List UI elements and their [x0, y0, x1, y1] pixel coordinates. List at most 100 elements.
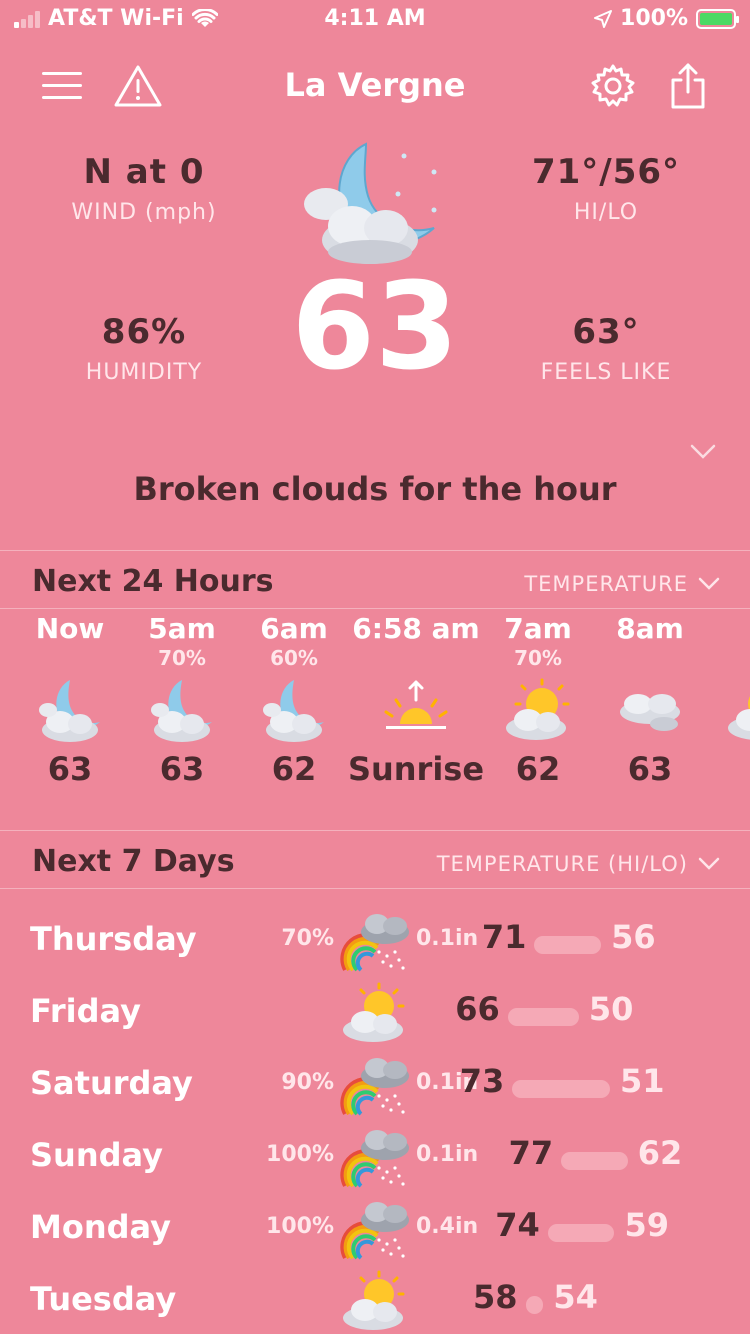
- day-low: 59: [624, 1206, 669, 1244]
- hour-time: Now: [35, 612, 105, 645]
- hour-pop: 70%: [158, 646, 206, 670]
- day-low: 51: [620, 1062, 665, 1100]
- day-name: Saturday: [30, 1064, 193, 1102]
- day-weather-icon: [338, 978, 412, 1050]
- alerts-button[interactable]: [110, 58, 166, 114]
- sunrise-icon: [384, 680, 448, 729]
- day-temp-range-bar: [561, 1152, 628, 1170]
- hourly-item: 5am 70% 63: [122, 612, 242, 788]
- hour-pop: [10, 646, 130, 670]
- share-icon: [671, 63, 705, 109]
- day-low: 56: [611, 918, 656, 956]
- day-precip-amount: 0.1in: [416, 1142, 479, 1167]
- hourly-item: 7am 70% 62: [478, 612, 598, 788]
- hour-time: 6am: [260, 612, 328, 645]
- day-precip-chance: 100%: [266, 1214, 334, 1239]
- hourly-selector-label: TEMPERATURE: [524, 572, 688, 596]
- day-temp-range-bar: [547, 1224, 615, 1242]
- hourly-item: Now 63: [10, 612, 130, 788]
- hour-time: 8am: [616, 612, 684, 645]
- day-weather-icon: [338, 1050, 412, 1122]
- day-high: 66: [455, 990, 500, 1028]
- moon-cloud-icon: [151, 680, 212, 742]
- day-row[interactable]: Friday 66 50: [0, 978, 750, 1050]
- hour-pop: 70%: [514, 646, 562, 670]
- settings-icon: [591, 64, 635, 107]
- day-low: 50: [588, 990, 634, 1028]
- rainbow-rain-icon: [340, 1202, 409, 1260]
- day-high: 74: [495, 1206, 540, 1244]
- rainbow-rain-icon: [340, 1130, 409, 1188]
- day-row[interactable]: Thursday 70% 0.1in 71 56: [0, 906, 750, 978]
- battery-icon: [696, 8, 739, 29]
- settings-button[interactable]: [585, 58, 641, 114]
- hour-time: 7am: [504, 612, 572, 645]
- day-name: Monday: [30, 1208, 171, 1246]
- menu-button[interactable]: [34, 58, 90, 114]
- sun-cloud-icon: [506, 678, 570, 740]
- wind-label: WIND (mph): [71, 200, 217, 225]
- hourly-selector[interactable]: TEMPERATURE: [524, 572, 720, 596]
- daily-selector[interactable]: TEMPERATURE (HI/LO): [437, 852, 720, 876]
- hour-temperature: 6: [700, 750, 750, 788]
- hour-temperature: 62: [271, 750, 317, 788]
- day-row[interactable]: Saturday 90% 0.1in 73 51: [0, 1050, 750, 1122]
- day-weather-icon: [338, 906, 412, 978]
- status-bar: AT&T Wi-Fi 4:11 AM 100%: [0, 0, 750, 40]
- day-weather-icon: [338, 1122, 412, 1194]
- share-button[interactable]: [660, 58, 716, 114]
- divider: [0, 608, 750, 609]
- hourly-item: 8am 63: [590, 612, 710, 788]
- daily-selector-label: TEMPERATURE (HI/LO): [436, 852, 688, 876]
- feels-like-value: 63°: [572, 312, 640, 352]
- day-precip-chance: 100%: [266, 1142, 334, 1167]
- hour-pop: [346, 646, 486, 670]
- wind-value: N at 0: [83, 152, 205, 192]
- day-high: 71: [481, 918, 527, 956]
- hour-temperature: 63: [627, 750, 673, 788]
- rainbow-rain-icon: [340, 1058, 409, 1116]
- menu-icon: [42, 72, 82, 99]
- rainbow-rain-icon: [340, 914, 409, 972]
- moon-cloud-icon: [263, 680, 324, 742]
- location-arrow-icon: [594, 9, 613, 28]
- hour-pop: 60%: [270, 646, 318, 670]
- sun-cloud-icon: [343, 1270, 405, 1330]
- hourly-title: Next 24 Hours: [32, 564, 274, 599]
- chevron-down-icon[interactable]: [690, 444, 716, 460]
- day-high: 58: [473, 1278, 518, 1316]
- hour-temperature: 62: [515, 750, 561, 788]
- hour-time: 9: [700, 612, 750, 646]
- day-row[interactable]: Sunday 100% 0.1in 77 62: [0, 1122, 750, 1194]
- battery-percent: 100%: [620, 6, 688, 31]
- day-temp-range-bar: [512, 1080, 610, 1098]
- hourly-item: 9 6: [700, 612, 750, 788]
- hour-temperature: 63: [47, 750, 93, 788]
- daily-title: Next 7 Days: [32, 844, 235, 879]
- divider: [0, 830, 750, 831]
- hour-time: 6:58 am: [352, 612, 480, 645]
- day-precip-amount: 0.1in: [416, 926, 479, 951]
- hourly-item: 6:58 am Sunrise: [346, 612, 486, 788]
- day-name: Friday: [30, 992, 141, 1030]
- hourly-item: 6am 60% 62: [234, 612, 354, 788]
- hour-temperature: 63: [159, 750, 205, 788]
- current-temperature: 63: [291, 258, 459, 397]
- hour-pop: [590, 646, 710, 670]
- day-row[interactable]: Monday 100% 0.4in 74 59: [0, 1194, 750, 1266]
- day-precip-chance: 90%: [281, 1070, 334, 1095]
- day-precip-amount: 0.4in: [416, 1214, 479, 1239]
- day-name: Sunday: [30, 1136, 163, 1174]
- day-high: 77: [508, 1134, 554, 1172]
- hourly-strip[interactable]: Now 63 5am 70% 63 6am 60% 62 6:58 am Sun…: [0, 612, 750, 822]
- hour-pop: [700, 646, 750, 670]
- day-temp-range-bar: [534, 936, 602, 954]
- humidity-value: 86%: [101, 312, 187, 352]
- summary-text: Broken clouds for the hour: [133, 470, 617, 508]
- night-moon-cloud-icon: [304, 142, 437, 264]
- divider: [0, 888, 750, 889]
- sun-cloud-icon: [728, 696, 750, 740]
- sun-cloud-icon: [343, 982, 405, 1042]
- chevron-down-icon: [698, 577, 720, 590]
- day-row[interactable]: Tuesday 58 54: [0, 1266, 750, 1334]
